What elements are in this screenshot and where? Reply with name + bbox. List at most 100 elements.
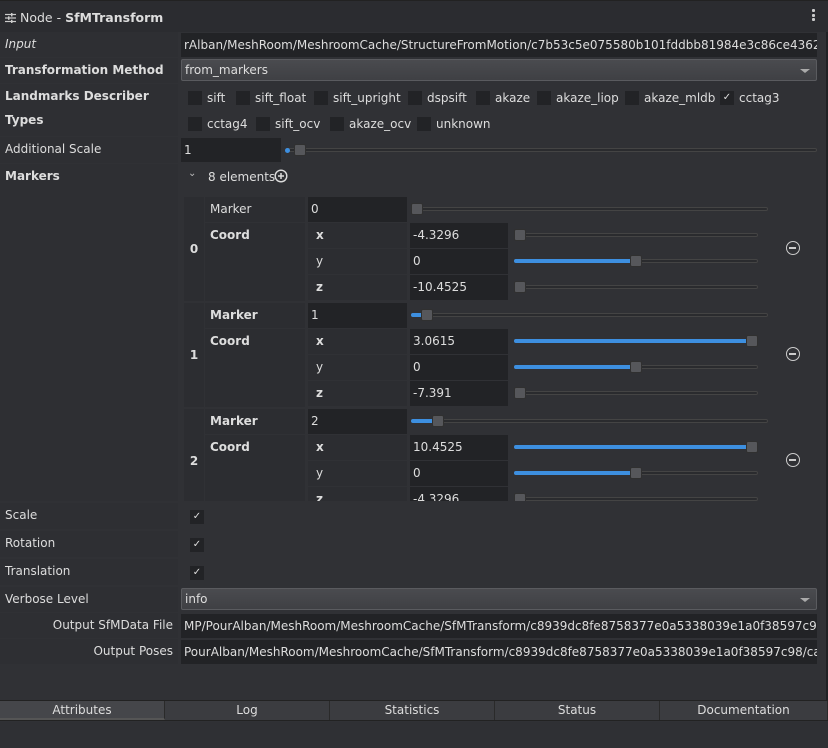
coord-x-field[interactable]: 10.4525	[410, 435, 508, 460]
slider-handle[interactable]	[746, 335, 758, 347]
describer-option-label: akaze_mldb	[644, 91, 716, 105]
chevron-down-icon	[800, 69, 810, 73]
markers-list[interactable]: 0 Marker 0 Coord x -4.3296 y 0 z -10.4525 1 Marker 1…	[181, 197, 818, 501]
node-prefix: Node -	[20, 10, 66, 25]
verbose-combobox[interactable]: info	[181, 588, 817, 610]
describer-option-label: sift_float	[255, 91, 307, 105]
coord-y-label: y	[308, 461, 407, 486]
coord-y-field[interactable]: 0	[410, 249, 508, 274]
chevron-down-icon[interactable]: ⌄	[188, 168, 196, 179]
remove-element-icon[interactable]	[786, 453, 800, 467]
additional-scale-slider[interactable]	[285, 142, 817, 158]
slider-handle[interactable]	[746, 441, 758, 453]
marker-index: 1	[184, 303, 204, 407]
attr-additional-scale: Additional Scale 1	[0, 137, 818, 163]
attr-scale: Scale ✓	[0, 503, 818, 529]
marker-item: 0 Marker 0 Coord x -4.3296 y 0 z -10.4525	[181, 197, 818, 301]
scale-checkbox[interactable]: ✓	[190, 510, 204, 524]
tab-status[interactable]: Status	[495, 701, 660, 720]
coord-x-field[interactable]: -4.3296	[410, 223, 508, 248]
remove-element-icon[interactable]	[786, 241, 800, 255]
remove-element-icon[interactable]	[786, 347, 800, 361]
slider-handle[interactable]	[432, 415, 444, 427]
method-combobox[interactable]: from_markers	[181, 59, 817, 81]
coord-z-field[interactable]: -7.391	[410, 381, 508, 406]
describer-label: Landmarks Describer Types	[0, 84, 178, 136]
describer-checkbox-sift-float[interactable]	[236, 91, 250, 105]
coord-x-slider[interactable]	[514, 227, 758, 243]
slider-handle[interactable]	[630, 361, 642, 373]
marker-label: Marker	[205, 409, 305, 434]
describer-checkbox-unknown[interactable]	[417, 117, 431, 131]
coord-x-slider[interactable]	[514, 439, 758, 455]
slider-handle[interactable]	[421, 309, 433, 321]
describer-checkbox-akaze[interactable]	[476, 91, 490, 105]
coord-y-field[interactable]: 0	[410, 355, 508, 380]
coord-z-slider[interactable]	[514, 385, 758, 401]
coord-x-field[interactable]: 3.0615	[410, 329, 508, 354]
tab-attributes[interactable]: Attributes	[0, 701, 165, 720]
footer	[0, 722, 828, 748]
output-sfm-field[interactable]: MP/PourAlban/MeshRoom/MeshroomCache/SfMT…	[181, 614, 817, 638]
marker-slider[interactable]	[411, 201, 768, 217]
tab-log[interactable]: Log	[165, 701, 330, 720]
additional-scale-field[interactable]: 1	[181, 138, 281, 162]
coord-y-slider[interactable]	[514, 465, 758, 481]
coord-x-label: x	[308, 435, 407, 460]
node-title: Node - SfMTransform	[5, 10, 163, 25]
describer-checkbox-cctag3[interactable]: ✓	[720, 91, 734, 105]
describer-option-label: sift	[207, 91, 226, 105]
add-element-icon[interactable]	[274, 169, 288, 183]
describer-checkbox-dspsift[interactable]	[408, 91, 422, 105]
coord-z-slider[interactable]	[514, 491, 758, 501]
output-poses-label: Output Poses	[0, 639, 178, 664]
describer-checkbox-sift[interactable]	[188, 91, 202, 105]
coord-label: Coord	[205, 329, 305, 407]
coord-y-slider[interactable]	[514, 359, 758, 375]
slider-handle[interactable]	[630, 467, 642, 479]
coord-x-slider[interactable]	[514, 333, 758, 349]
describer-checkbox-cctag4[interactable]	[188, 117, 202, 131]
coord-z-field[interactable]: -4.3296	[410, 487, 508, 501]
marker-field[interactable]: 1	[308, 303, 407, 328]
attr-input: Input rAlban/MeshRoom/MeshroomCache/Stru…	[0, 32, 818, 57]
describer-checkbox-akaze-mldb[interactable]	[625, 91, 639, 105]
method-label: Transformation Method	[0, 58, 178, 83]
coord-z-field[interactable]: -10.4525	[410, 275, 508, 300]
slider-handle[interactable]	[411, 203, 423, 215]
tab-documentation[interactable]: Documentation	[660, 701, 828, 720]
describer-checkbox-sift-upright[interactable]	[314, 91, 328, 105]
slider-handle[interactable]	[630, 255, 642, 267]
describer-checkbox-sift-ocv[interactable]	[256, 117, 270, 131]
marker-slider[interactable]	[411, 307, 768, 323]
slider-handle[interactable]	[294, 144, 306, 156]
slider-handle[interactable]	[514, 387, 526, 399]
slider-handle[interactable]	[514, 281, 526, 293]
coord-z-slider[interactable]	[514, 279, 758, 295]
describer-option-label: dspsift	[427, 91, 467, 105]
rotation-label: Rotation	[0, 531, 178, 557]
translation-checkbox[interactable]: ✓	[190, 566, 204, 580]
output-poses-field[interactable]: PourAlban/MeshRoom/MeshroomCache/SfMTran…	[181, 640, 817, 664]
slider-fill	[514, 365, 634, 369]
marker-field[interactable]: 2	[308, 409, 407, 434]
marker-slider[interactable]	[411, 413, 768, 429]
rotation-checkbox[interactable]: ✓	[190, 538, 204, 552]
sliders-icon	[5, 13, 16, 24]
coord-y-slider[interactable]	[514, 253, 758, 269]
attr-verbose: Verbose Level info	[0, 587, 818, 612]
tab-statistics[interactable]: Statistics	[330, 701, 495, 720]
input-field[interactable]: rAlban/MeshRoom/MeshroomCache/StructureF…	[181, 33, 817, 57]
slider-handle[interactable]	[514, 229, 526, 241]
describer-option-label: unknown	[436, 117, 491, 131]
output-sfm-label: Output SfMData File	[0, 613, 178, 638]
slider-handle[interactable]	[514, 493, 526, 501]
slider-fill	[285, 147, 290, 153]
verbose-value: info	[185, 592, 208, 606]
coord-y-field[interactable]: 0	[410, 461, 508, 486]
marker-field[interactable]: 0	[308, 197, 407, 222]
describer-checkbox-akaze-liop[interactable]	[537, 91, 551, 105]
vertical-dots-icon[interactable]	[812, 9, 816, 23]
translation-label: Translation	[0, 559, 178, 585]
describer-checkbox-akaze-ocv[interactable]	[330, 117, 344, 131]
